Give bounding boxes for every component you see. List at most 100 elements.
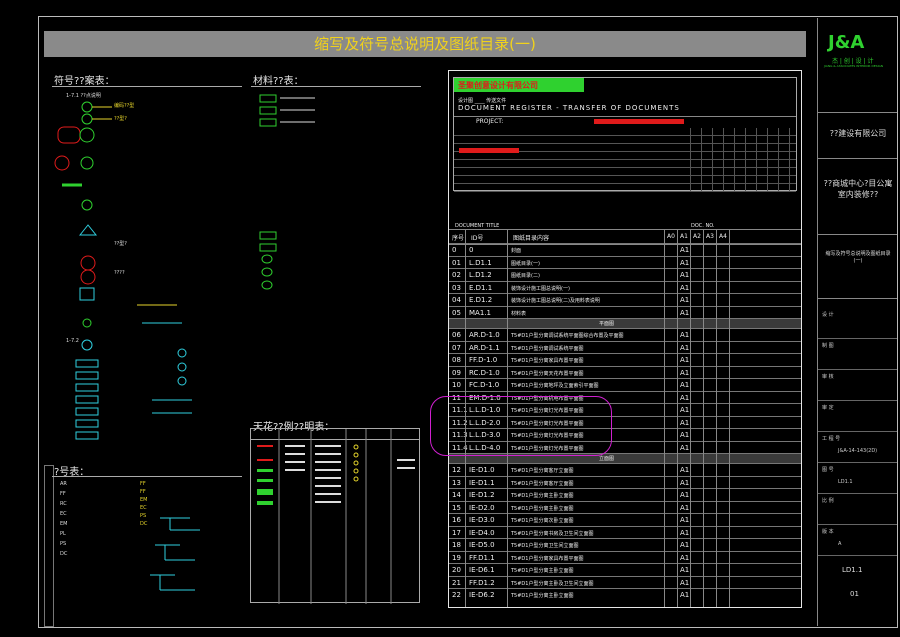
register-row: 07 AR.D-1.1 T5#D1户型分离调试系统平面图 A1 [449,340,801,355]
client-name: ??建设有限公司 [829,129,887,138]
row-size: A1 [680,283,690,292]
symbol-label: ???? [114,270,125,276]
row-id: IE-D1.2 [469,491,495,499]
title-block-value: LD1.1 [838,479,853,485]
row-desc: 图纸目录(一) [511,260,540,267]
row-number: 09 [452,368,461,377]
row-desc: T5#D1户型分离地坪及立面索引平面图 [511,383,599,389]
row-number: 07 [452,343,461,352]
row-desc: T5#D1户型分离主卧立面图 [511,505,574,512]
col-line [703,229,704,607]
register-row: 04 E.D1.2 装饰设计施工图总说明(二)及用料表说明 A1 [449,293,801,307]
title-block-row: 比 例 [818,494,897,525]
row-desc: T5#D1户型分离次卧立面图 [511,518,574,524]
title-block-rows: 设 计制 图审 核审 定工 程 号 J&A-14-143(2D) 图 号 LD1.1 比… [818,308,897,556]
materials-underline [251,86,421,87]
tb-line [818,112,897,113]
register-row: 10 FC.D-1.0 T5#D1户型分离地坪及立面索引平面图 A1 [449,378,801,392]
register-header-cell: 图纸目录内容 [513,235,550,242]
symbols-underline [52,86,242,87]
title-block-label: 图 号 [822,467,834,473]
col-line [729,229,730,607]
company-bar: 圣聚创意设计有限公司 [454,78,584,92]
row-number: 05 [452,308,461,317]
register-row: 17 IE-D4.0 T5#D1户型分离书房及卫生间立面图 A1 [449,525,801,540]
row-size: A1 [680,591,690,599]
drawing-name: 缩写及符号总说明及图纸目录(一) [825,251,891,264]
abbr-code: FF [60,491,66,497]
register-header-box: 圣聚创意设计有限公司 设计图 ____ 传送文件 DOCUMENT REGIST… [453,77,798,192]
row-size: A1 [680,491,690,499]
title-block-label: 设 计 [822,312,834,318]
title-block-row: 制 图 [818,339,897,370]
title-block-value: A [838,541,842,547]
row-size: A1 [680,541,690,549]
register-row: 06 AR.D-1.0 T5#D1户型分离调试系统平面图综合布置及平面图 A1 [449,328,801,342]
title-block-label: 审 定 [822,405,834,411]
row-id: FF.D1.2 [469,578,495,587]
abbr-code: AR [60,481,67,487]
row-id: FF.D-1.0 [469,356,498,364]
row-size: A1 [680,578,690,587]
row-id: FC.D-1.0 [469,381,500,389]
row-number: 06 [452,331,461,339]
ceiling-legend-table [250,428,420,604]
register-row: 03 E.D1.1 装饰设计施工图总说明(一) A1 [449,280,801,295]
register-header-cell: A3 [706,233,714,240]
section-label: 平面图 [599,321,615,327]
row-size: A1 [680,478,690,487]
symbols-title: 符号??案表： [54,76,115,87]
row-number: 21 [452,578,461,587]
row-number: 18 [452,541,461,549]
row-size: A1 [680,566,690,574]
title-block-label: 比 例 [822,498,834,504]
register-title-en: DOCUMENT REGISTER - TRANSFER OF DOCUMENT… [458,104,680,112]
row-id: FF.D1.1 [469,553,495,562]
row-size: A1 [680,381,690,389]
register-row: 16 IE-D3.0 T5#D1户型分离次卧立面图 A1 [449,513,801,527]
row-id: IE-D5.0 [469,541,495,549]
title-block-row: 工 程 号 J&A-14-143(2D) [818,432,897,463]
register-row: 08 FF.D-1.0 T5#D1户型分离家具布置平面图 A1 [449,353,801,367]
row-desc: 装饰设计施工图总说明(一) [511,285,570,292]
row-size: A1 [680,271,690,279]
register-row: 21 FF.D1.2 T5#D1户型分离主卧及卫生间立面图 A1 [449,575,801,590]
project-label: PROJECT: [476,118,504,125]
register-row: 15 IE-D2.0 T5#D1户型分离主卧立面图 A1 [449,500,801,515]
row-number: 12 [452,466,461,474]
materials-legend-drawing [259,94,315,290]
col-line [677,229,678,607]
numbers-underline [52,476,242,477]
row-number: 01 [452,258,461,267]
row-id: IE-D6.1 [469,566,495,574]
row-size: A1 [680,466,690,474]
row-desc: T5#D1户型分离主卧及卫生间立面图 [511,580,594,587]
register-header-cell: A4 [719,233,727,240]
row-size: A1 [680,308,690,317]
row-desc: T5#D1户型分离客厅立面图 [511,480,574,487]
row-number: 19 [452,553,461,562]
abbr-code: FF [140,489,146,495]
company-name: 圣聚创意设计有限公司 [458,81,538,90]
row-id: IE-D4.0 [469,528,495,537]
project-line [454,116,796,117]
row-id: AR.D-1.0 [469,331,500,339]
row-id: IE-D1.1 [469,478,495,487]
row-id: AR.D-1.1 [469,343,500,352]
row-id: RC.D-1.0 [469,368,500,377]
row-desc: T5#D1户型分离家具布置平面图 [511,358,584,364]
register-row: 19 FF.D1.1 T5#D1户型分离家具布置平面图 A1 [449,550,801,565]
row-number: 13 [452,478,461,487]
title-block-row: 图 号 LD1.1 [818,463,897,494]
row-desc: T5#D1户型分离天花布置平面图 [511,370,584,377]
register-header-cell: 序号 [452,235,465,242]
row-id: E.D1.1 [469,283,493,292]
document-register: 圣聚创意设计有限公司 设计图 ____ 传送文件 DOCUMENT REGIST… [448,70,802,608]
register-header-cell: A0 [667,233,675,240]
row-desc: T5#D1户型分离书房及卫生间立面图 [511,530,594,537]
row-number: 15 [452,503,461,512]
abbr-code: FF [140,481,146,487]
row-desc: 装饰设计施工图总说明(二)及用料表说明 [511,298,600,304]
section-label: 立面图 [599,456,615,462]
project-value-bar [594,119,684,124]
